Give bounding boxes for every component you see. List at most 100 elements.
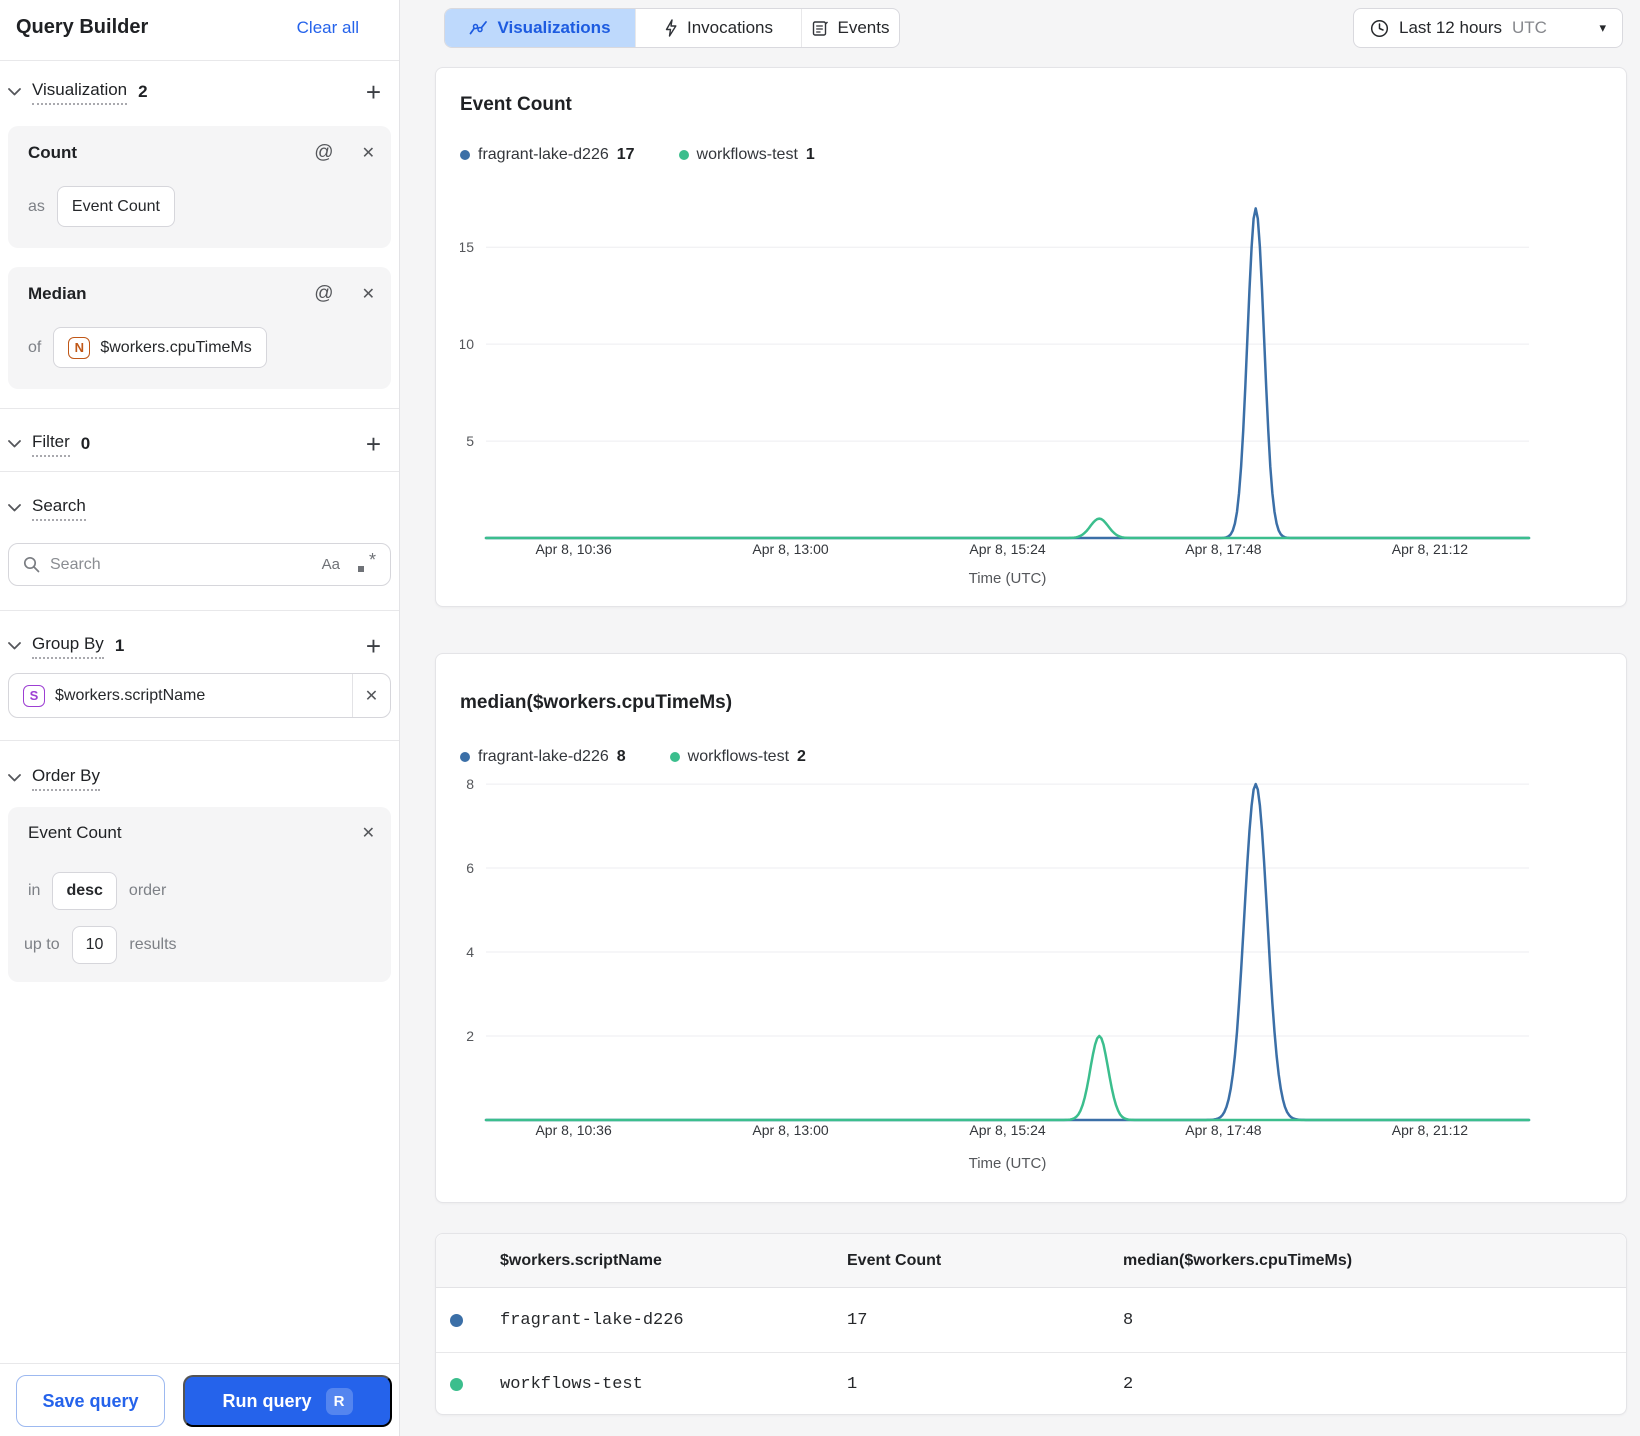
time-range-picker[interactable]: Last 12 hours UTC ▾: [1353, 8, 1623, 48]
up-to-label: up to: [24, 936, 60, 953]
order-label: order: [128, 882, 167, 899]
chevron-down-icon: [8, 504, 21, 512]
search-section-label: Search: [32, 496, 86, 521]
remove-group-by-button[interactable]: ✕: [352, 674, 390, 717]
add-group-by-button[interactable]: +: [366, 633, 381, 659]
timezone-label: UTC: [1512, 18, 1547, 37]
svg-text:Apr 8, 15:24: Apr 8, 15:24: [969, 541, 1045, 557]
regex-icon[interactable]: *: [358, 550, 376, 574]
order-by-card: Event Count ✕ in desc order up to 10 res…: [8, 807, 391, 982]
visualization-section-header[interactable]: Visualization 2 +: [0, 76, 399, 108]
table-header-row: $workers.scriptName Event Count median($…: [436, 1234, 1626, 1288]
divider: [0, 610, 399, 611]
median-visualization-card: Median @ ✕ of N $workers.cpuTimeMs: [8, 267, 391, 389]
svg-text:6: 6: [466, 860, 474, 876]
filter-section-header[interactable]: Filter 0 +: [0, 428, 399, 460]
svg-text:Apr 8, 13:00: Apr 8, 13:00: [752, 541, 828, 557]
count-visualization-card: Count @ ✕ as Event Count: [8, 126, 391, 248]
at-icon[interactable]: @: [314, 142, 333, 164]
cell-script-name: workflows-test: [500, 1375, 643, 1394]
page-title: Query Builder: [16, 16, 149, 38]
remove-median-button[interactable]: ✕: [362, 284, 375, 304]
at-icon[interactable]: @: [314, 283, 333, 305]
svg-text:Apr 8, 17:48: Apr 8, 17:48: [1185, 1122, 1261, 1138]
svg-text:2: 2: [466, 1028, 474, 1044]
svg-text:Apr 8, 21:12: Apr 8, 21:12: [1392, 1122, 1468, 1138]
svg-text:Time (UTC): Time (UTC): [969, 1155, 1047, 1172]
svg-text:Apr 8, 10:36: Apr 8, 10:36: [535, 541, 611, 557]
cell-event-count: 17: [847, 1310, 868, 1330]
group-by-item[interactable]: S $workers.scriptName ✕: [8, 673, 391, 718]
series-dot: [460, 150, 470, 160]
events-list-icon: [812, 20, 828, 36]
filter-section-label: Filter: [32, 432, 70, 457]
count-alias-input[interactable]: Event Count: [56, 186, 175, 227]
clear-all-link[interactable]: Clear all: [297, 18, 359, 38]
cell-median: 8: [1123, 1310, 1134, 1330]
median-field-input[interactable]: N $workers.cpuTimeMs: [53, 327, 267, 368]
tab-events[interactable]: Events: [801, 9, 899, 47]
svg-text:10: 10: [460, 336, 474, 352]
svg-text:5: 5: [466, 433, 474, 449]
table-row: fragrant-lake-d226 17 8: [436, 1288, 1626, 1352]
main-content: Visualizations Invocations Events Last 1…: [401, 0, 1640, 1436]
chart-title: Event Count: [460, 94, 572, 115]
sort-direction-select[interactable]: desc: [52, 872, 117, 910]
search-section-header[interactable]: Search: [0, 492, 399, 524]
table-row: workflows-test 1 2: [436, 1352, 1626, 1416]
svg-text:Time (UTC): Time (UTC): [969, 570, 1047, 587]
svg-text:8: 8: [466, 776, 474, 792]
column-header-script-name: $workers.scriptName: [500, 1251, 662, 1269]
visualization-count: 2: [138, 82, 148, 101]
svg-text:Apr 8, 17:48: Apr 8, 17:48: [1185, 541, 1261, 557]
legend-item[interactable]: fragrant-lake-d226 17: [460, 146, 635, 164]
add-filter-button[interactable]: +: [366, 431, 381, 457]
chevron-down-icon: [8, 642, 21, 650]
case-sensitive-icon[interactable]: Aa: [322, 556, 340, 573]
number-field-icon: N: [68, 336, 91, 359]
order-by-field: Event Count: [28, 823, 122, 842]
svg-text:15: 15: [460, 239, 474, 255]
series-dot: [450, 1313, 463, 1327]
limit-input[interactable]: 10: [71, 926, 118, 964]
cell-event-count: 1: [847, 1375, 858, 1394]
legend-item[interactable]: workflows-test 1: [678, 146, 815, 164]
svg-text:Apr 8, 13:00: Apr 8, 13:00: [752, 1122, 828, 1138]
as-label: as: [28, 197, 45, 215]
event-count-line-chart: 5 10 15 Apr 8, 10:36 Apr 8, 13:00 Apr 8, 15:2…: [460, 207, 1531, 587]
cell-script-name: fragrant-lake-d226: [500, 1310, 684, 1330]
sidebar-header: Query Builder Clear all: [0, 0, 399, 61]
run-query-button[interactable]: Run query R: [183, 1375, 392, 1427]
chevron-down-icon: ▾: [1599, 20, 1606, 35]
search-box: Aa *: [8, 543, 391, 586]
divider: [0, 740, 399, 741]
results-label: results: [129, 936, 177, 953]
search-input[interactable]: [50, 555, 322, 574]
run-shortcut-badge: R: [325, 1387, 353, 1415]
event-count-chart-card: Event Count fragrant-lake-d226 17 workflo…: [435, 67, 1627, 607]
group-by-field-value: $workers.scriptName: [55, 686, 206, 704]
order-by-section-header[interactable]: Order By: [0, 762, 399, 794]
median-cpu-line-chart: 2 4 6 8 Apr 8, 10:36 Apr 8, 13:00 Apr 8, 15:24…: [466, 776, 1531, 1172]
tab-invocations[interactable]: Invocations: [635, 9, 801, 47]
tab-visualizations[interactable]: Visualizations: [445, 9, 635, 47]
add-visualization-button[interactable]: +: [366, 79, 381, 105]
divider: [0, 408, 399, 409]
save-query-button[interactable]: Save query: [16, 1375, 165, 1427]
median-card-title: Median: [28, 284, 87, 303]
group-by-section-label: Group By: [32, 634, 104, 659]
query-builder-sidebar: Query Builder Clear all Visualization 2 …: [0, 0, 400, 1436]
group-by-section-header[interactable]: Group By 1 +: [0, 630, 399, 662]
series-dot: [678, 150, 689, 160]
in-label: in: [28, 882, 41, 899]
clock-icon: [1370, 19, 1389, 37]
search-icon: [23, 556, 40, 573]
filter-count: 0: [80, 434, 91, 453]
visualization-section-label: Visualization: [32, 80, 128, 105]
line-chart-icon: [470, 21, 488, 35]
sidebar-footer: Save query Run query R: [0, 1363, 399, 1436]
remove-count-button[interactable]: ✕: [362, 143, 375, 163]
remove-order-by-button[interactable]: ✕: [362, 823, 375, 843]
group-by-count: 1: [114, 636, 125, 655]
divider: [0, 471, 399, 472]
